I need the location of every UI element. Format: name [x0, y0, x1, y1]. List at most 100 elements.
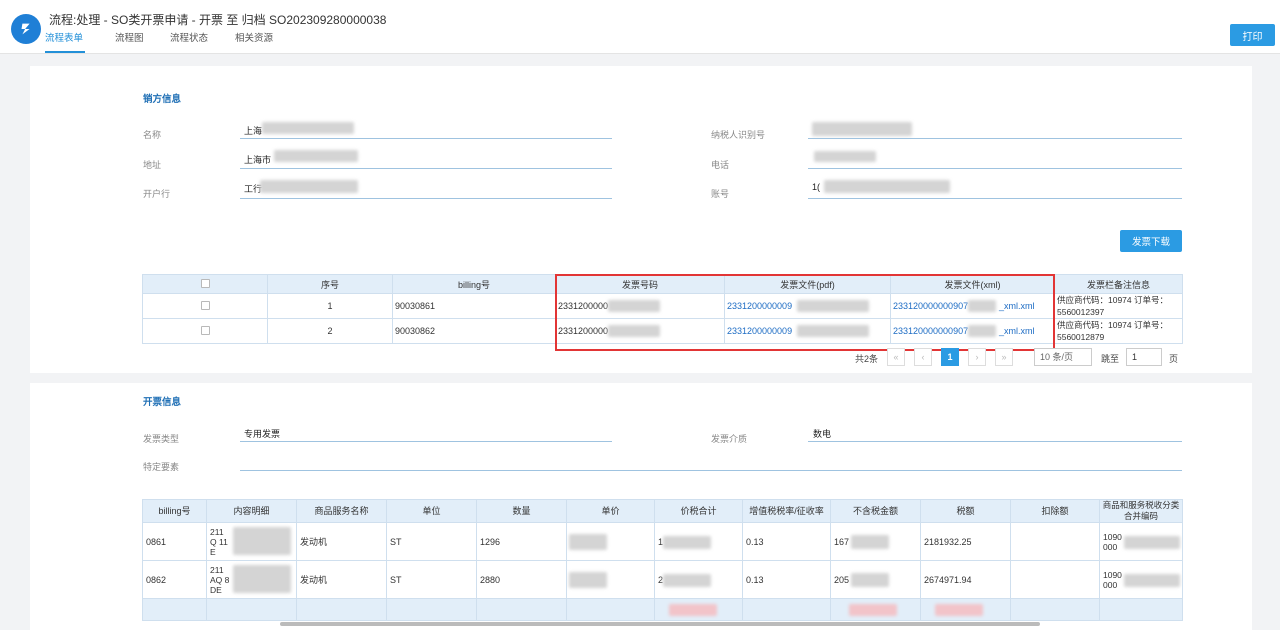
net-text: 205 [834, 574, 850, 585]
redacted-code [1124, 574, 1180, 587]
detail-text: 211 Q 11 E [210, 526, 228, 557]
redacted-phone [814, 151, 876, 162]
net-cell: 167 [830, 522, 921, 561]
qty-cell: 1296 [476, 522, 567, 561]
redacted-price [569, 534, 607, 550]
redacted-name [262, 122, 354, 134]
col-total: 价税合计 [654, 499, 743, 523]
total-count: 共2条 [855, 354, 879, 364]
invoice-medium-field-line[interactable] [808, 441, 1182, 442]
row-checkbox[interactable] [200, 300, 210, 310]
col-billing: billing号 [392, 274, 556, 294]
redacted-price [569, 572, 607, 588]
billing-cell: 0862 [142, 560, 207, 599]
address-value: 上海市 [244, 155, 272, 165]
unit-cell: ST [386, 522, 477, 561]
redacted-sum-tax [935, 604, 983, 616]
first-page-button[interactable]: « [887, 348, 905, 366]
page-size-select[interactable]: 10 条/页 [1034, 348, 1092, 366]
account-field-line[interactable] [808, 198, 1182, 199]
prev-page-button[interactable]: ‹ [914, 348, 932, 366]
summary-row [142, 598, 1183, 621]
col-price: 单价 [566, 499, 655, 523]
col-billing: billing号 [142, 499, 207, 523]
tab-flowchart[interactable]: 流程图 [115, 33, 144, 53]
net-text: 167 [834, 536, 850, 547]
detail-cell: 211 AQ 8 DE [206, 560, 297, 599]
summary-cell [476, 598, 567, 621]
code-text: 1090 000 [1103, 569, 1122, 590]
rate-cell: 0.13 [742, 560, 831, 599]
invoice-download-button[interactable]: 发票下载 [1120, 230, 1182, 252]
summary-cell [742, 598, 831, 621]
select-all-checkbox[interactable] [200, 278, 210, 288]
detail-table-header: billing号 内容明细 商品服务名称 单位 数量 单价 价税合计 增值税税率… [142, 499, 1183, 523]
name-field-line[interactable] [240, 138, 612, 139]
col-rate: 增值税税率/征收率 [742, 499, 831, 523]
code-cell: 1090 000 [1099, 560, 1183, 599]
address-field-line[interactable] [240, 168, 612, 169]
code-cell: 1090 000 [1099, 522, 1183, 561]
col-note: 发票栏备注信息 [1054, 274, 1183, 294]
summary-cell [206, 598, 297, 621]
col-net: 不含税金额 [830, 499, 921, 523]
phone-label: 电话 [711, 160, 730, 170]
redacted-bank [260, 180, 358, 193]
redacted-sum-net [849, 604, 897, 616]
bank-label: 开户行 [143, 189, 171, 199]
last-page-button[interactable]: » [995, 348, 1013, 366]
horizontal-scrollbar[interactable] [280, 622, 1040, 626]
col-qty: 数量 [476, 499, 567, 523]
col-deduct: 扣除额 [1010, 499, 1100, 523]
app-logo-icon [11, 14, 41, 44]
bank-field-line[interactable] [240, 198, 612, 199]
summary-cell [654, 598, 743, 621]
price-cell [566, 522, 655, 561]
next-page-button[interactable]: › [968, 348, 986, 366]
total-cell: 2 [654, 560, 743, 599]
taxid-label: 纳税人识别号 [711, 130, 766, 140]
col-tax: 税额 [920, 499, 1011, 523]
col-seq: 序号 [267, 274, 393, 294]
col-detail: 内容明细 [206, 499, 297, 523]
redacted-net [851, 535, 889, 549]
row-select[interactable] [142, 318, 268, 344]
highlight-box [555, 274, 1055, 351]
col-goods: 商品服务名称 [296, 499, 387, 523]
phone-field-line[interactable] [808, 168, 1182, 169]
detail-table: billing号 内容明细 商品服务名称 单位 数量 单价 价税合计 增值税税率… [142, 499, 1183, 621]
summary-cell [1010, 598, 1100, 621]
table-row: 0861 211 Q 11 E 发动机 ST 1296 1 0.13 167 2… [142, 522, 1183, 561]
total-cell: 1 [654, 522, 743, 561]
redacted-total [663, 574, 711, 587]
row-select[interactable] [142, 293, 268, 319]
col-unit: 单位 [386, 499, 477, 523]
invoice-type-field-line[interactable] [240, 441, 612, 442]
unit-cell: ST [386, 560, 477, 599]
goods-cell: 发动机 [296, 522, 387, 561]
deduct-cell [1010, 522, 1100, 561]
special-elements-field-line[interactable] [240, 470, 1182, 471]
page-unit-label: 页 [1169, 354, 1179, 364]
redacted-address [274, 150, 358, 162]
page-1-button[interactable]: 1 [941, 348, 959, 366]
note-cell: 供应商代码：10974 订单号：5560012879 [1054, 318, 1183, 344]
row-checkbox[interactable] [200, 325, 210, 335]
summary-cell [296, 598, 387, 621]
redacted-total [663, 536, 711, 549]
detail-cell: 211 Q 11 E [206, 522, 297, 561]
jump-input[interactable]: 1 [1126, 348, 1162, 366]
billing-cell: 90030861 [392, 293, 556, 319]
billing-cell: 90030862 [392, 318, 556, 344]
invoice-medium-label: 发票介质 [711, 434, 748, 444]
select-all-header[interactable] [142, 274, 268, 294]
taxid-field-line[interactable] [808, 138, 1182, 139]
print-button[interactable]: 打印 [1230, 24, 1275, 46]
tab-form[interactable]: 流程表单 [45, 33, 85, 53]
tab-resources[interactable]: 相关资源 [235, 33, 273, 53]
tab-status[interactable]: 流程状态 [170, 33, 208, 53]
address-label: 地址 [143, 160, 162, 170]
rate-cell: 0.13 [742, 522, 831, 561]
summary-cell [1099, 598, 1183, 621]
billing-section-title: 开票信息 [143, 397, 182, 408]
